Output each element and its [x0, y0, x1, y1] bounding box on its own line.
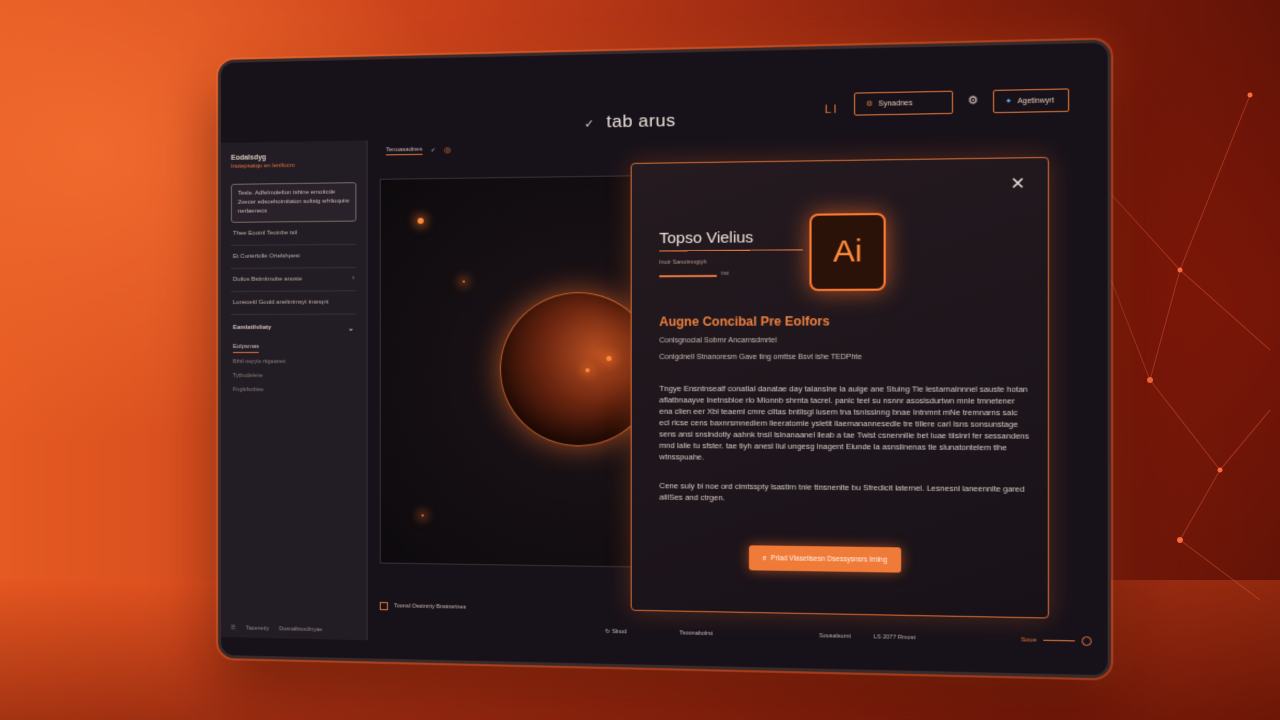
sidebar-link-2[interactable]: Tytbudelene — [231, 369, 357, 383]
about-dialog: ✕ Topso Vielius Inutr Sanoimngtyh trat A… — [631, 157, 1049, 619]
dialog-small-text: Inutr Sanoimngtyh — [659, 259, 707, 266]
dialog-product-name: Topso Vielius — [659, 229, 753, 247]
sidebar-item-1[interactable]: Thee Eootnl Teotnbe tsil — [231, 222, 357, 246]
layout-toggle[interactable]: LI — [825, 103, 839, 116]
sidebar-subitem-active[interactable]: Eolpsmas — [233, 344, 259, 353]
status-mid-label[interactable]: Tsoonabolrst — [679, 630, 712, 637]
sidebar-item-label: Luneceitl Goold aneltnimsyt tnanqnt — [233, 299, 329, 305]
sidebar-item-label: Duilos Bstinitmobe anoste — [233, 276, 302, 282]
glow-star — [418, 218, 424, 224]
sidebar-item-2[interactable]: Et Cunertolle Ortelshpest — [231, 245, 357, 269]
dialog-body-text: Cene suly bi noe ord cimtsspty lsastirn … — [659, 480, 1030, 507]
spark-icon: ✦ — [1005, 97, 1012, 106]
sidebar-item-3[interactable]: Duilos Bstinitmobe anoste › — [231, 268, 357, 292]
status-center-label: Slnod — [612, 629, 627, 635]
link-icon: e — [763, 554, 767, 561]
dialog-heading: Augne Concibal Pre Eolfors — [659, 314, 829, 329]
synadnes-button-label: Synadnes — [878, 99, 912, 107]
status-right-label-1: Sousalsurnt — [819, 633, 851, 640]
sidebar-subtitle: Inutepsatqu en lenifocm — [231, 162, 357, 170]
sidebar: Eodalsdyg Inutepsatqu en lenifocm Tesle.… — [221, 141, 368, 641]
agetinwyrt-button-label: Agetinwyrt — [1017, 97, 1054, 105]
sidebar-item-4[interactable]: Luneceitl Goold aneltnimsyt tnanqnt — [231, 291, 357, 315]
status-right-label-2: LS 2077 Rmost — [874, 634, 916, 641]
primary-action-label: Prlad Vlasetisesn Dsessysnsrs Irnlng — [771, 554, 887, 563]
status-bar: Toonsl Osstnrrty Bnstnsrtnes ↻ Slnod Tso… — [368, 598, 1108, 675]
refresh-icon: ↻ — [605, 629, 610, 635]
app-title-text: tab arus — [606, 111, 675, 132]
glow-star — [606, 356, 611, 361]
dialog-meta-line: Conlsgnocial Sobrnr Ancarnsdmrtel — [659, 337, 776, 344]
dialog-meta-line: Conlgdnell Stnanoresm Gave ting omttse B… — [659, 354, 862, 361]
sidebar-title: Eodalsdyg — [231, 153, 357, 162]
glow-star — [422, 514, 424, 516]
zoom-knob-icon[interactable] — [1082, 636, 1092, 646]
refresh-icon[interactable]: ◎ — [444, 145, 451, 154]
close-icon[interactable]: ✕ — [1010, 173, 1025, 194]
primary-action-button[interactable]: e Prlad Vlasetisesn Dsessysnsrs Irnlng — [749, 545, 901, 572]
gear-icon[interactable]: ⚙ — [967, 93, 978, 107]
chevron-down-icon: ⌄ — [348, 324, 355, 333]
tab-label: Tenoasadnes — [386, 146, 422, 155]
sidebar-link-3[interactable]: Fnglsfsobise — [231, 383, 357, 397]
list-icon[interactable]: ☰ — [231, 625, 236, 631]
settings-icon: ⚙ — [866, 100, 873, 109]
sidebar-item-label: Thee Eootnl Teotnbe tsil — [233, 230, 297, 237]
sidebar-section-label: Eamlatilsliaty — [233, 325, 271, 331]
status-left[interactable]: Toonsl Osstnrrty Bnstnsrtnes — [380, 602, 466, 612]
sidebar-link-1[interactable]: Bihtl nepyle ritgaamet — [231, 355, 357, 369]
sidebar-footer-right[interactable]: Dusnalbsoclinyae — [279, 626, 322, 633]
zoom-control[interactable]: Soue — [1021, 635, 1092, 646]
sidebar-footer-left[interactable]: Tacenetiy — [246, 626, 269, 632]
document-tab[interactable]: Tenoasadnes ✓ ◎ — [386, 145, 451, 155]
progress-label: trat — [721, 271, 729, 277]
app-title: ✓ tab arus — [584, 111, 675, 133]
synadnes-button[interactable]: ⚙ Synadnes — [854, 91, 953, 116]
chevron-down-icon: ✓ — [431, 147, 436, 154]
glow-star — [585, 368, 589, 372]
glow-star — [463, 281, 465, 283]
status-left-label: Toonsl Osstnrrty Bnstnsrtnes — [394, 603, 466, 610]
zoom-label: Soue — [1021, 637, 1037, 644]
top-bar: ✓ tab arus LI ⚙ Synadnes ⚙ ✦ Agetinwyrt … — [368, 43, 1108, 141]
ai-logo-icon: Ai — [809, 213, 885, 291]
sidebar-section-header[interactable]: Eamlatilsliaty ⌄ — [231, 315, 357, 335]
chevron-right-icon: › — [352, 275, 354, 282]
progress-bar — [659, 275, 717, 277]
sidebar-footer: ☰ Tacenetiy Dusnalbsoclinyae — [231, 625, 357, 634]
sidebar-card[interactable]: Tesle. Adfelmolefion tshine emoticde 2ve… — [231, 182, 357, 223]
check-icon: ✓ — [584, 118, 594, 131]
zoom-slider[interactable] — [1043, 639, 1074, 641]
status-center[interactable]: ↻ Slnod — [605, 629, 626, 636]
frame-icon — [380, 602, 388, 610]
app-window: ✓ tab arus LI ⚙ Synadnes ⚙ ✦ Agetinwyrt … — [218, 40, 1111, 679]
dialog-body-text: Tngye Ensntnsealf conatlal danatae day t… — [659, 383, 1030, 465]
divider — [659, 249, 803, 251]
agetinwyrt-button[interactable]: ✦ Agetinwyrt — [993, 88, 1069, 113]
sidebar-item-label: Et Cunertolle Ortelshpest — [233, 253, 300, 260]
